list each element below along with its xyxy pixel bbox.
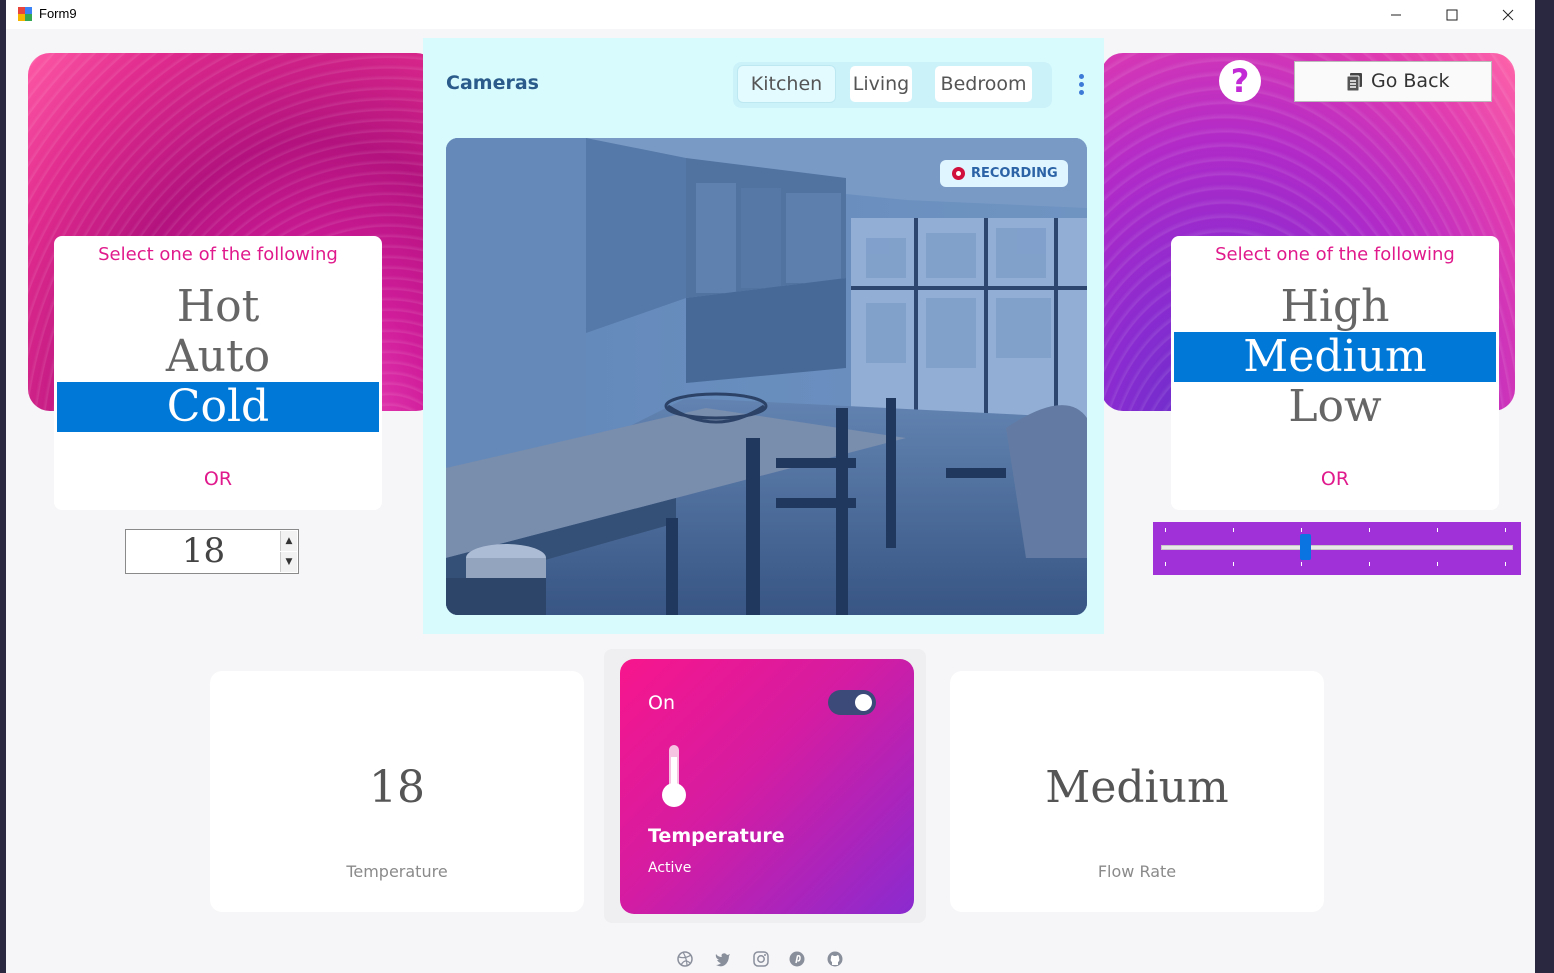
trackbar-tick: [1437, 562, 1438, 566]
flow-listbox[interactable]: High Medium Low: [1174, 282, 1496, 432]
mode-option-hot[interactable]: Hot: [57, 282, 379, 332]
mode-option-cold[interactable]: Cold: [57, 382, 379, 432]
trackbar-tick: [1505, 528, 1506, 532]
cameras-title: Cameras: [446, 72, 539, 94]
camera-feed: RECORDING: [446, 138, 1087, 615]
temperature-spinner-value[interactable]: 18: [126, 530, 281, 573]
tab-bedroom[interactable]: Bedroom: [935, 66, 1032, 102]
github-icon[interactable]: [826, 950, 844, 968]
trackbar-tick: [1437, 528, 1438, 532]
flow-or-label: OR: [1320, 468, 1350, 490]
camera-tabs: Kitchen Living Bedroom: [733, 62, 1052, 108]
recording-label: RECORDING: [971, 166, 1058, 181]
trackbar-tick: [1505, 562, 1506, 566]
active-card-title: Temperature: [648, 825, 785, 847]
mode-or-label: OR: [203, 468, 233, 490]
temperature-active-card: On Temperature Active: [620, 659, 914, 914]
cameras-panel: Cameras Kitchen Living Bedroom RECORDING: [423, 38, 1104, 634]
temperature-spinner[interactable]: 18 ▲ ▼: [125, 529, 299, 574]
minimize-icon: [1391, 14, 1401, 15]
flow-select-heading: Select one of the following: [1215, 244, 1455, 265]
trackbar-tick: [1165, 528, 1166, 532]
mode-option-auto[interactable]: Auto: [57, 332, 379, 382]
window-title: Form9: [39, 6, 77, 21]
trackbar-tick: [1369, 528, 1370, 532]
instagram-icon[interactable]: [752, 950, 770, 968]
go-back-button[interactable]: Go Back: [1294, 61, 1492, 102]
document-icon: [1347, 73, 1362, 91]
spinner-down-button[interactable]: ▼: [280, 552, 297, 572]
trackbar-tick: [1301, 528, 1302, 532]
trackbar-tick: [1301, 562, 1302, 566]
flow-option-medium[interactable]: Medium: [1174, 332, 1496, 382]
minimize-button[interactable]: [1368, 0, 1424, 29]
temperature-card: 18 Temperature: [210, 671, 584, 912]
close-button[interactable]: [1480, 0, 1535, 29]
kebab-vertical-icon[interactable]: [1079, 74, 1085, 98]
recording-badge: RECORDING: [940, 160, 1068, 187]
pinterest-icon[interactable]: [788, 950, 806, 968]
mode-select-card: Select one of the following Hot Auto Col…: [54, 236, 382, 510]
temperature-card-label: Temperature: [346, 862, 448, 881]
maximize-icon: [1446, 9, 1458, 20]
trackbar-tick: [1369, 562, 1370, 566]
trackbar-thumb[interactable]: [1299, 534, 1311, 560]
temperature-value: 18: [369, 762, 425, 813]
flow-rate-value: Medium: [1045, 762, 1229, 813]
flow-option-low[interactable]: Low: [1174, 382, 1496, 432]
tab-living[interactable]: Living: [850, 66, 912, 102]
title-bar: Form9: [6, 0, 1535, 29]
go-back-label: Go Back: [1371, 70, 1450, 92]
trackbar-track: [1161, 545, 1513, 550]
trackbar-tick: [1165, 562, 1166, 566]
flow-rate-card: Medium Flow Rate: [950, 671, 1324, 912]
thermometer-icon: [662, 745, 686, 807]
flow-rate-card-label: Flow Rate: [1097, 862, 1177, 881]
mode-listbox[interactable]: Hot Auto Cold: [57, 282, 379, 432]
kitchen-camera-image: [446, 138, 1087, 615]
flow-option-high[interactable]: High: [1174, 282, 1496, 332]
active-card-status: Active: [648, 860, 692, 876]
tab-kitchen[interactable]: Kitchen: [738, 66, 835, 102]
power-toggle[interactable]: [828, 690, 876, 715]
trackbar-tick: [1233, 528, 1234, 532]
spinner-up-button[interactable]: ▲: [280, 531, 297, 551]
maximize-button[interactable]: [1424, 0, 1480, 29]
toggle-knob: [855, 694, 872, 711]
app-icon: [18, 7, 32, 21]
flow-trackbar[interactable]: [1153, 522, 1521, 575]
help-button[interactable]: ?: [1219, 60, 1261, 102]
trackbar-tick: [1233, 562, 1234, 566]
dribbble-icon[interactable]: [676, 950, 694, 968]
close-icon: [1502, 9, 1514, 20]
twitter-icon[interactable]: [714, 950, 732, 968]
mode-select-heading: Select one of the following: [98, 244, 338, 265]
power-state-label: On: [648, 692, 675, 714]
flow-select-card: Select one of the following High Medium …: [1171, 236, 1499, 510]
app-window: Form9 ? Go Back Select one of the follow…: [6, 0, 1535, 973]
record-icon: [952, 167, 965, 180]
